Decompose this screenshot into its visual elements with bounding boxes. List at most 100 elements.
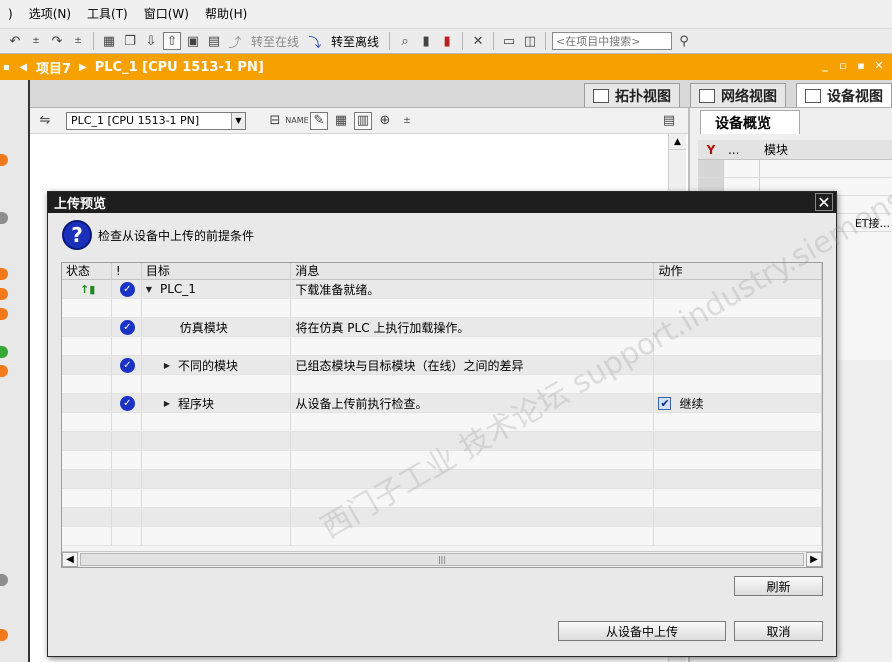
search-input[interactable] xyxy=(552,32,673,50)
device-select[interactable]: PLC_1 [CPU 1513-1 PN] ▼ xyxy=(66,111,246,130)
scroll-left-icon[interactable]: ◀ xyxy=(62,552,78,567)
float-icon[interactable]: ▫ xyxy=(836,59,850,73)
refresh-button[interactable]: 刷新 xyxy=(734,576,823,596)
upload-icon[interactable]: ⇧ xyxy=(163,32,181,50)
split-horizontal-icon[interactable]: ▭ xyxy=(500,32,518,50)
tab-device-label: 设备视图 xyxy=(827,88,883,105)
table-row[interactable]: ↑▮ ✓ ▼ PLC_1 下载准备就绪。 xyxy=(62,280,822,299)
topology-icon xyxy=(593,88,609,103)
split-vertical-icon[interactable]: ◫ xyxy=(521,32,539,50)
tab-device-view[interactable]: 设备视图 xyxy=(796,83,892,107)
main-toolbar: ↶ ± ↷ ± ▦ ❐ ⇩ ⇧ ▣ ▤ ⤴ 转至在线 ⤵ 转至离线 ⌕ ▮ ▮ … xyxy=(0,28,892,54)
col-status: 状态 xyxy=(62,263,112,279)
runtime-icon[interactable]: ▤ xyxy=(205,32,223,50)
go-offline-icon[interactable]: ⤵ xyxy=(306,32,324,51)
table-header: 状态 ! 目标 消息 动作 xyxy=(62,263,822,280)
row-message: 从设备上传前执行检查。 xyxy=(291,394,655,412)
tab-network-view[interactable]: 网络视图 xyxy=(690,83,786,107)
menu-item-window[interactable]: 窗口(W) xyxy=(136,0,197,28)
show-address-icon[interactable]: ⊟ xyxy=(266,112,284,130)
table-row xyxy=(62,337,822,356)
upload-from-device-button[interactable]: 从设备中上传 xyxy=(558,621,726,641)
zoom-icon[interactable]: ⊕ xyxy=(376,112,394,130)
status-dot-orange xyxy=(0,154,8,166)
table-row xyxy=(62,508,822,527)
copy-icon[interactable]: ❐ xyxy=(121,32,139,50)
row-target: 仿真模块 xyxy=(179,320,228,335)
tab-topology-view[interactable]: 拓扑视图 xyxy=(584,83,680,107)
start-cpu-icon[interactable]: ▮ xyxy=(417,32,435,50)
overview-toggle-icon[interactable]: ▤ xyxy=(660,112,678,130)
go-offline-button[interactable]: 转至离线 xyxy=(327,33,383,50)
collapse-arrow-icon[interactable]: ▼ xyxy=(146,285,152,294)
question-icon: ? xyxy=(62,220,92,250)
undo-dropdown-icon[interactable]: ± xyxy=(27,32,45,50)
undo-icon[interactable]: ↶ xyxy=(6,32,24,50)
redo-icon[interactable]: ↷ xyxy=(48,32,66,50)
pen-icon[interactable]: ✎ xyxy=(310,111,328,130)
row-message: 已组态模块与目标模块（在线）之间的差异 xyxy=(291,356,655,374)
stop-cpu-icon[interactable]: ▮ xyxy=(438,32,456,50)
menu-item-tools[interactable]: 工具(T) xyxy=(79,0,136,28)
toolbar-separator xyxy=(389,32,391,50)
scroll-up-icon[interactable]: ▲ xyxy=(669,134,686,150)
download-icon[interactable]: ⇩ xyxy=(142,32,160,50)
compile-icon[interactable]: ▦ xyxy=(100,32,118,50)
col-message: 消息 xyxy=(291,263,655,279)
scroll-thumb[interactable]: ||| xyxy=(80,553,804,566)
table-row[interactable]: ✓ ▶ 程序块 从设备上传前执行检查。 ✔ 继续 xyxy=(62,394,822,413)
collapse-icon[interactable]: ▪ xyxy=(3,62,10,73)
maximize-icon[interactable]: ▪ xyxy=(854,59,868,73)
zoom-dropdown-icon[interactable]: ± xyxy=(398,112,416,130)
chevron-down-icon: ▼ xyxy=(231,112,245,129)
expand-arrow-icon[interactable]: ▶ xyxy=(164,399,170,408)
table-row[interactable]: ✓ 仿真模块 将在仿真 PLC 上执行加载操作。 xyxy=(62,318,822,337)
accessible-devices-icon[interactable]: ⌕ xyxy=(396,32,414,50)
breadcrumb-project[interactable]: 项目7 xyxy=(36,58,71,77)
close-icon[interactable]: ✕ xyxy=(872,59,886,73)
window-controls: _ ▫ ▪ ✕ xyxy=(818,59,886,73)
continue-checkbox[interactable]: ✔ xyxy=(658,396,672,410)
menu-item-help[interactable]: 帮助(H) xyxy=(197,0,255,28)
breadcrumb-device[interactable]: PLC_1 [CPU 1513-1 PN] xyxy=(95,60,264,75)
cross-reference-icon[interactable]: ✕ xyxy=(469,32,487,50)
collapse-left-icon[interactable]: ◀ xyxy=(19,62,27,73)
breadcrumb-separator-icon: ▶ xyxy=(79,61,87,73)
toolbar-separator xyxy=(545,32,547,50)
menu-item-options[interactable]: 选项(N) xyxy=(21,0,79,28)
col-target: 目标 xyxy=(142,263,292,279)
row-target: 不同的模块 xyxy=(177,358,238,373)
overview-snippet: ET接... xyxy=(854,216,890,230)
expand-arrow-icon[interactable]: ▶ xyxy=(164,361,170,370)
device-nav-icon[interactable]: ⇋ xyxy=(36,112,54,130)
status-dot-orange xyxy=(0,308,8,320)
close-icon[interactable]: ✕ xyxy=(815,193,833,212)
go-online-button[interactable]: 转至在线 xyxy=(247,33,303,50)
table-row xyxy=(62,299,822,318)
status-dot-orange xyxy=(0,288,8,300)
breadcrumb: 项目7 ▶ PLC_1 [CPU 1513-1 PN] _ ▫ ▪ ✕ xyxy=(30,54,892,80)
minimize-icon[interactable]: _ xyxy=(818,59,832,73)
table-row[interactable]: ✓ ▶ 不同的模块 已组态模块与目标模块（在线）之间的差异 xyxy=(62,356,822,375)
cancel-button[interactable]: 取消 xyxy=(734,621,823,641)
network-icon xyxy=(699,88,715,103)
check-ok-icon: ✓ xyxy=(119,357,135,373)
table-row xyxy=(62,470,822,489)
tab-topology-label: 拓扑视图 xyxy=(615,88,671,105)
menu-item-project[interactable]: ) xyxy=(0,0,21,28)
simulation-icon[interactable]: ▣ xyxy=(184,32,202,50)
table-row xyxy=(62,432,822,451)
overview-col-module: 模块 xyxy=(764,143,789,157)
search-icon[interactable]: ⚲ xyxy=(675,32,693,50)
table-row[interactable] xyxy=(698,160,892,178)
show-name-icon[interactable]: NAME xyxy=(285,112,308,130)
tab-device-overview[interactable]: 设备概览 xyxy=(700,110,800,134)
editor-toolbar: ⇋ PLC_1 [CPU 1513-1 PN] ▼ ⊟ NAME ✎ ▦ ▥ ⊕… xyxy=(30,108,688,134)
redo-dropdown-icon[interactable]: ± xyxy=(69,32,87,50)
filter-icon[interactable]: Y xyxy=(698,143,724,157)
grid-icon[interactable]: ▦ xyxy=(332,112,350,130)
go-online-icon[interactable]: ⤴ xyxy=(226,32,244,51)
scroll-right-icon[interactable]: ▶ xyxy=(806,552,822,567)
table-horizontal-scrollbar[interactable]: ◀ ||| ▶ xyxy=(62,551,822,567)
panel-icon[interactable]: ▥ xyxy=(354,111,372,130)
